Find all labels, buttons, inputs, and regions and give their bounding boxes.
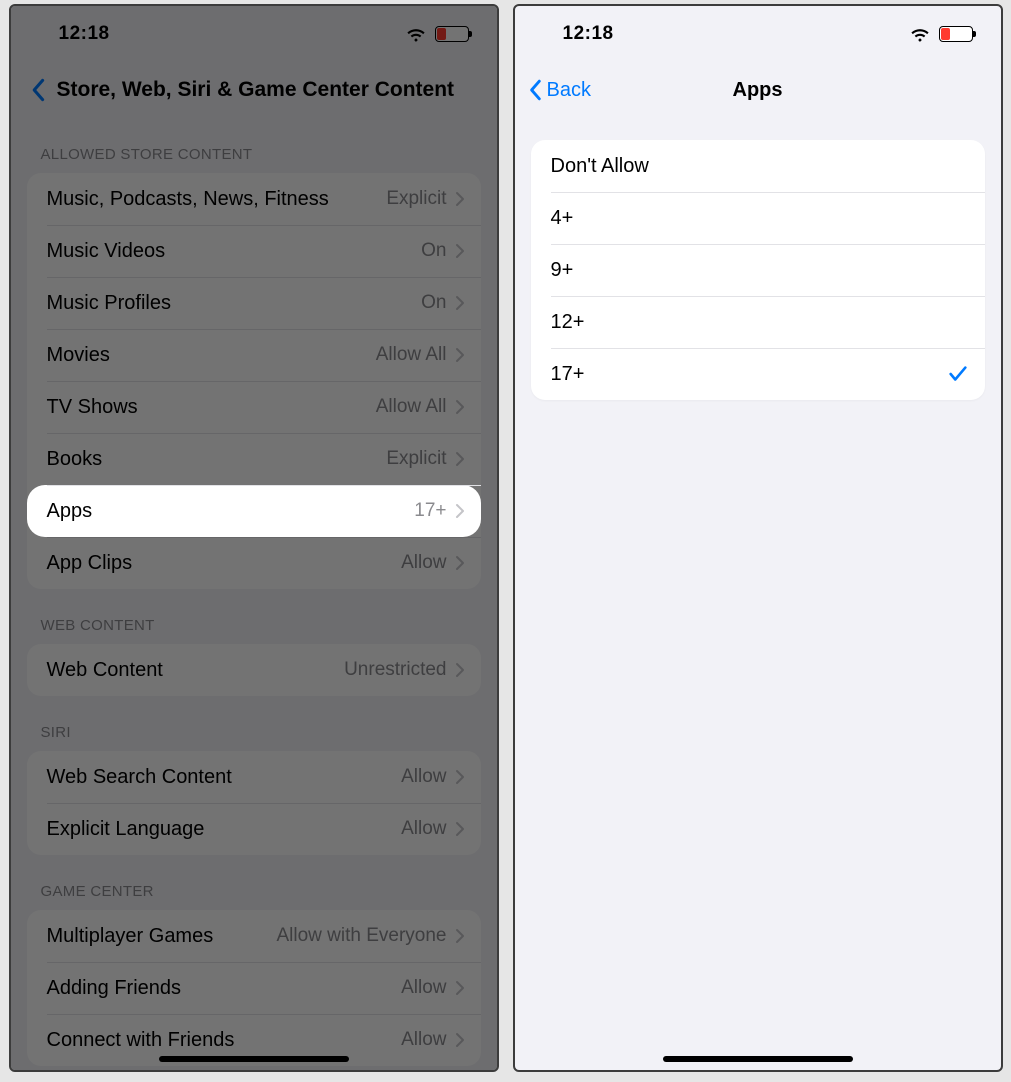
chevron-right-icon (455, 821, 465, 837)
row-label: Explicit Language (47, 818, 402, 841)
battery-icon: 19 (435, 26, 469, 42)
option-label: 12+ (551, 311, 969, 334)
back-button[interactable] (25, 78, 47, 102)
row-books[interactable]: Books Explicit (27, 433, 481, 485)
list-web-content: Web Content Unrestricted (27, 644, 481, 696)
row-music-profiles[interactable]: Music Profiles On (27, 277, 481, 329)
row-app-clips[interactable]: App Clips Allow (27, 537, 481, 589)
row-value: Allow All (376, 344, 447, 366)
row-value: Unrestricted (344, 659, 446, 681)
row-tv-shows[interactable]: TV Shows Allow All (27, 381, 481, 433)
row-value: Allow (401, 818, 446, 840)
row-value: Allow (401, 977, 446, 999)
chevron-right-icon (455, 243, 465, 259)
status-bar: 12:18 19 (515, 6, 1001, 62)
list-allowed-store: Music, Podcasts, News, Fitness Explicit … (27, 173, 481, 589)
home-indicator[interactable] (159, 1056, 349, 1062)
row-label: Apps (47, 500, 415, 523)
wifi-icon (909, 26, 931, 42)
row-apps[interactable]: Apps 17+ (27, 485, 481, 537)
page-title: Store, Web, Siri & Game Center Content (57, 78, 455, 102)
row-movies[interactable]: Movies Allow All (27, 329, 481, 381)
chevron-right-icon (455, 1032, 465, 1048)
option-label: 9+ (551, 259, 969, 282)
row-music-videos[interactable]: Music Videos On (27, 225, 481, 277)
list-apps-options: Don't Allow 4+ 9+ 12+ 17+ (531, 140, 985, 400)
section-header-game-center: GAME CENTER (27, 855, 481, 910)
chevron-right-icon (455, 928, 465, 944)
row-value: 17+ (414, 500, 446, 522)
row-value: Explicit (386, 188, 446, 210)
checkmark-icon (947, 363, 969, 385)
chevron-right-icon (455, 555, 465, 571)
row-value: On (421, 240, 446, 262)
section-header-allowed-store: ALLOWED STORE CONTENT (27, 118, 481, 173)
nav-bar: Back Apps (515, 62, 1001, 118)
chevron-left-icon (31, 78, 47, 102)
option-label: Don't Allow (551, 155, 969, 178)
section-header-web-content: WEB CONTENT (27, 589, 481, 644)
row-label: Web Content (47, 659, 345, 682)
row-web-search-content[interactable]: Web Search Content Allow (27, 751, 481, 803)
phone-left: 12:18 19 Store, Web, Siri & Game Center … (9, 4, 499, 1072)
option-4plus[interactable]: 4+ (531, 192, 985, 244)
row-adding-friends[interactable]: Adding Friends Allow (27, 962, 481, 1014)
home-indicator[interactable] (663, 1056, 853, 1062)
row-value: Allow with Everyone (276, 925, 446, 947)
status-time: 12:18 (59, 23, 110, 45)
row-value: Allow All (376, 396, 447, 418)
chevron-right-icon (455, 295, 465, 311)
section-header-siri: SIRI (27, 696, 481, 751)
phone-right: 12:18 19 Back Apps Don't Allow (513, 4, 1003, 1072)
row-web-content[interactable]: Web Content Unrestricted (27, 644, 481, 696)
back-label: Back (547, 79, 591, 102)
chevron-right-icon (455, 347, 465, 363)
row-label: App Clips (47, 552, 402, 575)
battery-icon: 19 (939, 26, 973, 42)
row-value: Allow (401, 766, 446, 788)
back-button[interactable]: Back (529, 79, 591, 102)
chevron-right-icon (455, 399, 465, 415)
row-label: TV Shows (47, 396, 376, 419)
option-dont-allow[interactable]: Don't Allow (531, 140, 985, 192)
chevron-right-icon (455, 451, 465, 467)
row-label: Music Profiles (47, 292, 422, 315)
option-9plus[interactable]: 9+ (531, 244, 985, 296)
row-label: Web Search Content (47, 766, 402, 789)
row-label: Music, Podcasts, News, Fitness (47, 188, 387, 211)
chevron-right-icon (455, 980, 465, 996)
chevron-right-icon (455, 662, 465, 678)
row-label: Adding Friends (47, 977, 402, 1000)
row-explicit-language[interactable]: Explicit Language Allow (27, 803, 481, 855)
option-17plus[interactable]: 17+ (531, 348, 985, 400)
status-icons: 19 (405, 26, 469, 42)
option-label: 4+ (551, 207, 969, 230)
row-value: Allow (401, 552, 446, 574)
option-label: 17+ (551, 363, 947, 386)
list-siri: Web Search Content Allow Explicit Langua… (27, 751, 481, 855)
battery-pct: 19 (940, 27, 972, 41)
battery-pct: 19 (436, 27, 468, 41)
row-value: Allow (401, 1029, 446, 1051)
row-multiplayer-games[interactable]: Multiplayer Games Allow with Everyone (27, 910, 481, 962)
chevron-left-icon (529, 79, 543, 101)
chevron-right-icon (455, 191, 465, 207)
row-label: Movies (47, 344, 376, 367)
row-music-podcasts[interactable]: Music, Podcasts, News, Fitness Explicit (27, 173, 481, 225)
status-icons: 19 (909, 26, 973, 42)
list-game-center: Multiplayer Games Allow with Everyone Ad… (27, 910, 481, 1066)
row-label: Books (47, 448, 387, 471)
row-value: Explicit (386, 448, 446, 470)
status-bar: 12:18 19 (11, 6, 497, 62)
chevron-right-icon (455, 503, 465, 519)
row-value: On (421, 292, 446, 314)
option-12plus[interactable]: 12+ (531, 296, 985, 348)
row-label: Multiplayer Games (47, 925, 277, 948)
row-label: Connect with Friends (47, 1029, 402, 1052)
row-label: Music Videos (47, 240, 422, 263)
nav-bar: Store, Web, Siri & Game Center Content (11, 62, 497, 118)
chevron-right-icon (455, 769, 465, 785)
status-time: 12:18 (563, 23, 614, 45)
wifi-icon (405, 26, 427, 42)
